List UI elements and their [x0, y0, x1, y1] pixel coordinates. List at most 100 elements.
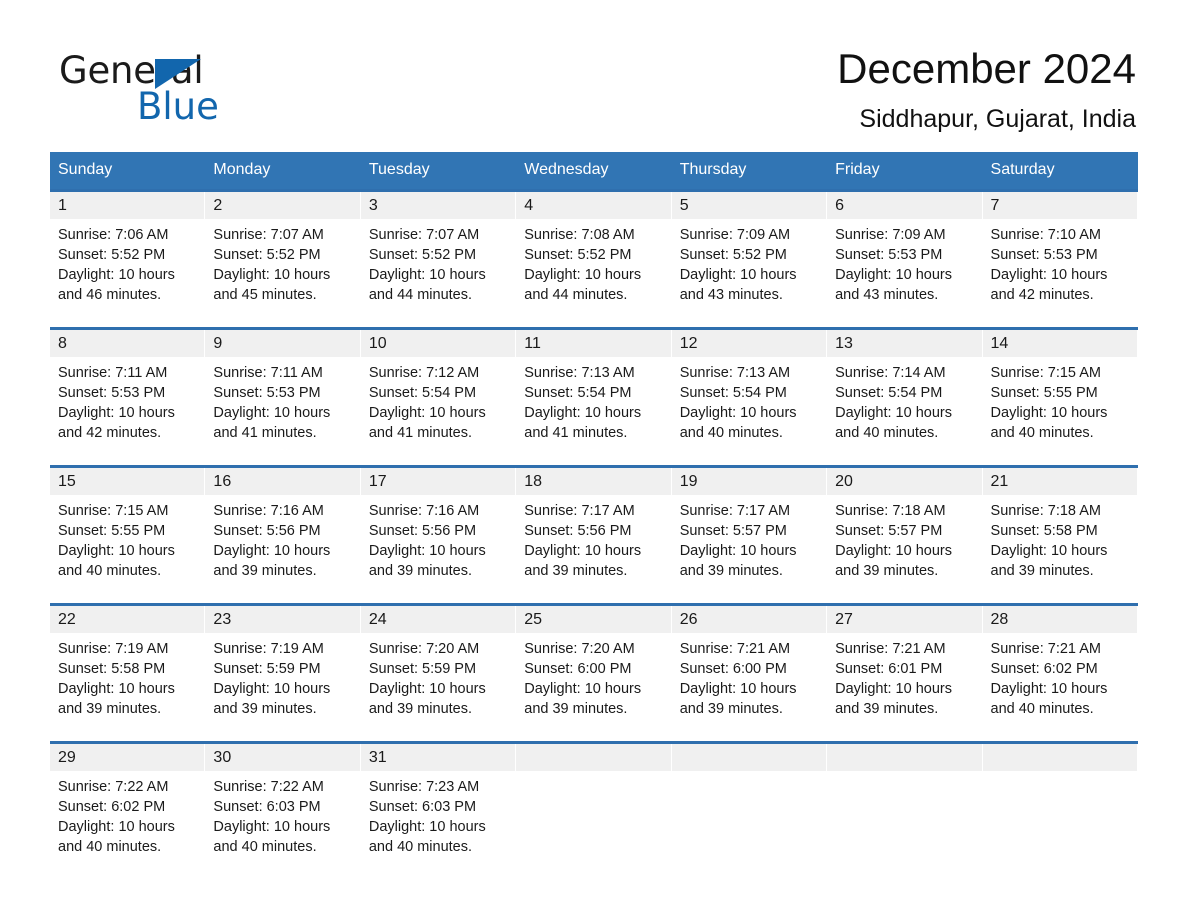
day-cell[interactable]: 1 Sunrise: 7:06 AM Sunset: 5:52 PM Daylight…: [50, 189, 206, 329]
day-cell[interactable]: 7 Sunrise: 7:10 AM Sunset: 5:53 PM Daylight…: [982, 189, 1138, 329]
day-cell[interactable]: 23 Sunrise: 7:19 AM Sunset: 5:59 PM Dayligh…: [205, 603, 361, 743]
day-cell[interactable]: 25 Sunrise: 7:20 AM Sunset: 6:00 PM Dayligh…: [516, 603, 672, 743]
day-cell[interactable]: 27 Sunrise: 7:21 AM Sunset: 6:01 PM Dayligh…: [827, 603, 983, 743]
sunset-text: Sunset: 6:00 PM: [679, 661, 787, 677]
sunrise-text: Sunrise: 7:12 AM: [368, 365, 480, 381]
sunrise-text: Sunrise: 7:10 AM: [990, 227, 1101, 243]
weekday-header-sunday: Sunday: [50, 152, 206, 191]
sunset-text: Sunset: 5:55 PM: [990, 385, 1098, 401]
daylight-text: Daylight: 10 hours and 40 minutes.: [679, 405, 797, 441]
day-number: 12: [671, 330, 827, 357]
daylight-text: Daylight: 10 hours and 42 minutes.: [990, 267, 1108, 303]
sunset-text: Sunset: 5:53 PM: [990, 247, 1098, 263]
day-cell[interactable]: 28 Sunrise: 7:21 AM Sunset: 6:02 PM Dayligh…: [982, 603, 1138, 743]
day-number: 27: [827, 606, 982, 633]
daylight-text: Daylight: 10 hours and 41 minutes.: [368, 405, 486, 441]
day-cell[interactable]: 31 Sunrise: 7:23 AM Sunset: 6:03 PM Dayligh…: [360, 741, 517, 879]
day-cell[interactable]: 2 Sunrise: 7:07 AM Sunset: 5:52 PM Daylight…: [205, 189, 361, 329]
sunrise-text: Sunrise: 7:11 AM: [58, 365, 168, 381]
sunrise-text: Sunrise: 7:09 AM: [679, 227, 791, 243]
daylight-text: Daylight: 10 hours and 39 minutes.: [524, 543, 642, 579]
day-cell[interactable]: 30 Sunrise: 7:22 AM Sunset: 6:03 PM Dayligh…: [205, 741, 361, 879]
sunset-text: Sunset: 5:54 PM: [368, 385, 477, 401]
general-blue-logo[interactable]: General Blue: [56, 44, 316, 125]
day-cell[interactable]: 3 Sunrise: 7:07 AM Sunset: 5:52 PM Daylight…: [360, 189, 517, 329]
daylight-text: Daylight: 10 hours and 41 minutes.: [213, 405, 331, 441]
sunset-text: Sunset: 5:58 PM: [58, 661, 166, 677]
sunset-text: Sunset: 5:59 PM: [368, 661, 477, 677]
daylight-text: Daylight: 10 hours and 40 minutes.: [990, 405, 1108, 441]
day-cell[interactable]: 18 Sunrise: 7:17 AM Sunset: 5:56 PM Dayligh…: [516, 465, 672, 605]
sunrise-text: Sunrise: 7:14 AM: [835, 365, 946, 381]
sunset-text: Sunset: 5:56 PM: [213, 523, 321, 539]
day-number: 3: [360, 192, 516, 219]
day-cell[interactable]: 17 Sunrise: 7:16 AM Sunset: 5:56 PM Dayligh…: [360, 465, 517, 605]
sunrise-text: Sunrise: 7:23 AM: [368, 779, 480, 795]
day-number: 28: [982, 606, 1137, 633]
calendar-week-row: 22 Sunrise: 7:19 AM Sunset: 5:58 PM Dayligh…: [50, 603, 1138, 743]
day-cell-empty: [671, 741, 828, 879]
day-number: [516, 744, 671, 771]
day-cell[interactable]: 11 Sunrise: 7:13 AM Sunset: 5:54 PM Dayligh…: [516, 327, 672, 467]
day-cell[interactable]: 4 Sunrise: 7:08 AM Sunset: 5:52 PM Daylight…: [516, 189, 672, 329]
day-number: 24: [360, 606, 516, 633]
day-cell[interactable]: 9 Sunrise: 7:11 AM Sunset: 5:53 PM Daylight…: [205, 327, 361, 467]
day-cell[interactable]: 21 Sunrise: 7:18 AM Sunset: 5:58 PM Dayligh…: [982, 465, 1138, 605]
day-number: 1: [50, 192, 205, 219]
sunrise-text: Sunrise: 7:19 AM: [58, 641, 169, 657]
day-number: 30: [205, 744, 360, 771]
sunrise-text: Sunrise: 7:21 AM: [679, 641, 791, 657]
day-cell[interactable]: 8 Sunrise: 7:11 AM Sunset: 5:53 PM Daylight…: [50, 327, 206, 467]
day-number: 17: [360, 468, 516, 495]
day-number: [827, 744, 982, 771]
sunset-text: Sunset: 5:56 PM: [524, 523, 632, 539]
day-cell[interactable]: 5 Sunrise: 7:09 AM Sunset: 5:52 PM Daylight…: [671, 189, 828, 329]
daylight-text: Daylight: 10 hours and 39 minutes.: [679, 681, 797, 717]
sunset-text: Sunset: 5:53 PM: [58, 385, 166, 401]
day-number: 20: [827, 468, 982, 495]
daylight-text: Daylight: 10 hours and 41 minutes.: [524, 405, 642, 441]
daylight-text: Daylight: 10 hours and 39 minutes.: [835, 681, 952, 717]
daylight-text: Daylight: 10 hours and 44 minutes.: [524, 267, 642, 303]
title-block: December 2024 Siddhapur, Gujarat, India: [837, 44, 1136, 134]
day-cell[interactable]: 15 Sunrise: 7:15 AM Sunset: 5:55 PM Dayligh…: [50, 465, 206, 605]
day-cell[interactable]: 29 Sunrise: 7:22 AM Sunset: 6:02 PM Dayligh…: [50, 741, 206, 879]
daylight-text: Daylight: 10 hours and 40 minutes.: [213, 819, 331, 855]
day-cell[interactable]: 22 Sunrise: 7:19 AM Sunset: 5:58 PM Dayligh…: [50, 603, 206, 743]
daylight-text: Daylight: 10 hours and 40 minutes.: [835, 405, 952, 441]
daylight-text: Daylight: 10 hours and 46 minutes.: [58, 267, 175, 303]
sunrise-text: Sunrise: 7:17 AM: [524, 503, 635, 519]
day-cell[interactable]: 13 Sunrise: 7:14 AM Sunset: 5:54 PM Dayligh…: [827, 327, 983, 467]
day-number: 22: [50, 606, 205, 633]
calendar-page: General Blue December 2024 Siddhapur, Gu…: [0, 0, 1188, 918]
day-cell-empty: [982, 741, 1138, 879]
sunrise-text: Sunrise: 7:07 AM: [368, 227, 480, 243]
day-cell[interactable]: 14 Sunrise: 7:15 AM Sunset: 5:55 PM Dayligh…: [982, 327, 1138, 467]
day-cell[interactable]: 10 Sunrise: 7:12 AM Sunset: 5:54 PM Dayligh…: [360, 327, 517, 467]
sunrise-text: Sunrise: 7:22 AM: [58, 779, 169, 795]
calendar-week-row: 1 Sunrise: 7:06 AM Sunset: 5:52 PM Daylight…: [50, 189, 1138, 329]
day-cell[interactable]: 26 Sunrise: 7:21 AM Sunset: 6:00 PM Dayligh…: [671, 603, 828, 743]
sunset-text: Sunset: 5:58 PM: [990, 523, 1098, 539]
day-cell[interactable]: 24 Sunrise: 7:20 AM Sunset: 5:59 PM Dayligh…: [360, 603, 517, 743]
weekday-header-thursday: Thursday: [671, 152, 828, 191]
sunrise-text: Sunrise: 7:21 AM: [835, 641, 946, 657]
day-cell[interactable]: 20 Sunrise: 7:18 AM Sunset: 5:57 PM Dayligh…: [827, 465, 983, 605]
day-number: 18: [516, 468, 671, 495]
day-cell[interactable]: 12 Sunrise: 7:13 AM Sunset: 5:54 PM Dayligh…: [671, 327, 828, 467]
calendar-week-row: 8 Sunrise: 7:11 AM Sunset: 5:53 PM Daylight…: [50, 327, 1138, 467]
calendar-body: 1 Sunrise: 7:06 AM Sunset: 5:52 PM Daylight…: [50, 189, 1138, 879]
sunrise-text: Sunrise: 7:20 AM: [368, 641, 480, 657]
day-number: 15: [50, 468, 205, 495]
sunset-text: Sunset: 5:54 PM: [835, 385, 943, 401]
day-cell[interactable]: 6 Sunrise: 7:09 AM Sunset: 5:53 PM Daylight…: [827, 189, 983, 329]
day-cell[interactable]: 16 Sunrise: 7:16 AM Sunset: 5:56 PM Dayligh…: [205, 465, 361, 605]
sunrise-text: Sunrise: 7:07 AM: [213, 227, 324, 243]
sunrise-text: Sunrise: 7:13 AM: [679, 365, 791, 381]
sunrise-text: Sunrise: 7:15 AM: [58, 503, 169, 519]
day-cell[interactable]: 19 Sunrise: 7:17 AM Sunset: 5:57 PM Dayligh…: [671, 465, 828, 605]
sunset-text: Sunset: 6:03 PM: [213, 799, 321, 815]
sunrise-text: Sunrise: 7:18 AM: [990, 503, 1101, 519]
day-number: 13: [827, 330, 982, 357]
page-header: General Blue December 2024 Siddhapur, Gu…: [0, 0, 1188, 133]
